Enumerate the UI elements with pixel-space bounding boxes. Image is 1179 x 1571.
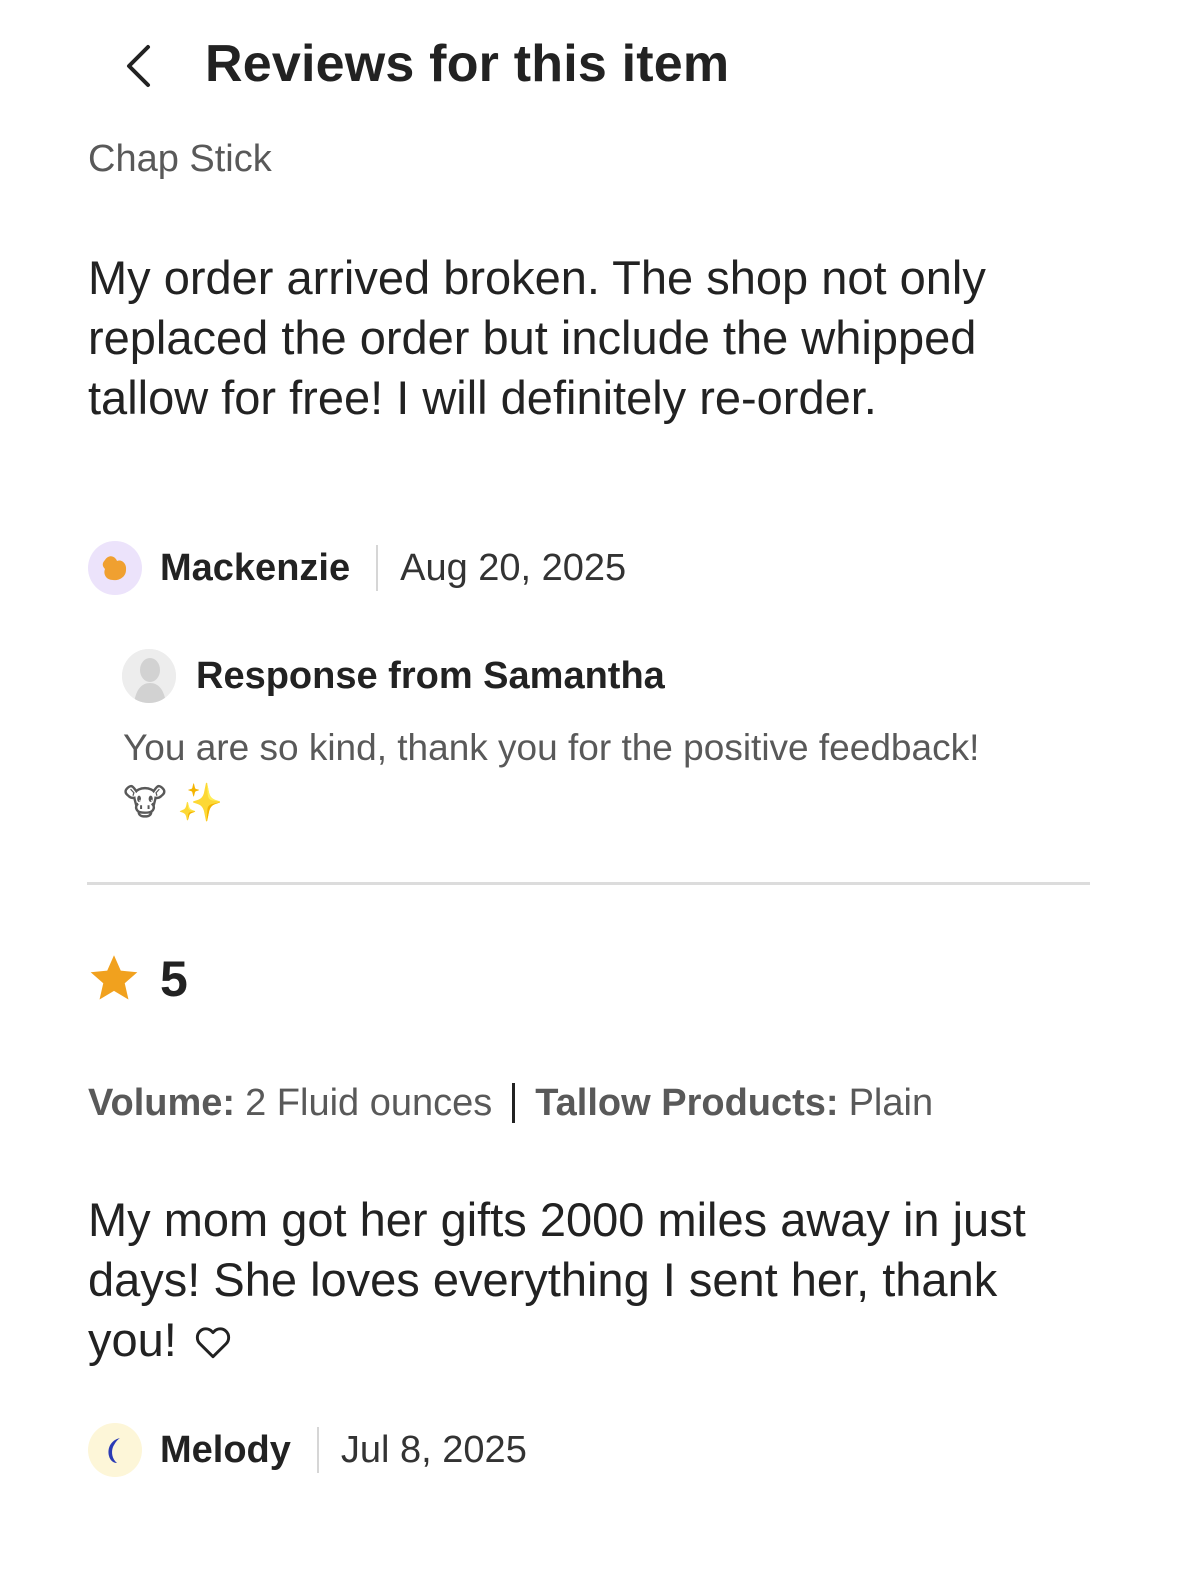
reviews-page: Reviews for this item Chap Stick My orde… [0,0,1179,1571]
back-button[interactable] [112,38,164,94]
shop-owner-avatar[interactable] [122,649,176,703]
review-text-container: My mom got her gifts 2000 miles away in … [88,1190,1098,1370]
review-item-name[interactable]: Chap Stick [88,138,272,181]
star-icon [90,955,138,1000]
person-silhouette-icon [122,649,176,703]
reviewer-name[interactable]: Melody [160,1429,291,1472]
page-title: Reviews for this item [205,35,730,93]
response-emojis: 🐮 ✨ [123,782,224,823]
orange-blob-icon [102,556,127,581]
response-text-main: You are so kind, thank you for the posit… [123,727,980,768]
variation-value: 2 Fluid ounces [245,1081,493,1124]
heart-outline-icon [195,1327,231,1359]
section-divider [87,882,1090,885]
review-text: My order arrived broken. The shop not on… [88,251,986,424]
avatar[interactable] [88,541,142,595]
avatar[interactable] [88,1423,142,1477]
response-title: Response from Samantha [196,654,665,697]
review-date: Jul 8, 2025 [340,1428,527,1471]
review-date: Aug 20, 2025 [400,546,627,589]
meta-divider [376,545,379,591]
rating-value: 5 [160,951,188,1007]
blue-moon-icon [108,1438,120,1463]
reviewer-meta: Melody Jul 8, 2025 [88,1422,527,1478]
chevron-left-icon [127,45,150,87]
purchase-variations: Volume: 2 Fluid ounces Tallow Products: … [88,1078,933,1128]
response-text: You are so kind, thank you for the posit… [123,720,1023,830]
variation-separator [512,1083,516,1123]
variation-label: Volume: [88,1081,236,1124]
shop-response-header: Response from Samantha [122,648,665,704]
header: Reviews for this item [0,30,1179,102]
reviewer-name[interactable]: Mackenzie [160,547,350,590]
meta-divider [316,1427,319,1473]
variation-value: Plain [848,1081,934,1124]
rating: 5 [86,946,188,1012]
variation-label: Tallow Products: [535,1081,839,1124]
reviewer-meta: Mackenzie Aug 20, 2025 [88,540,626,596]
